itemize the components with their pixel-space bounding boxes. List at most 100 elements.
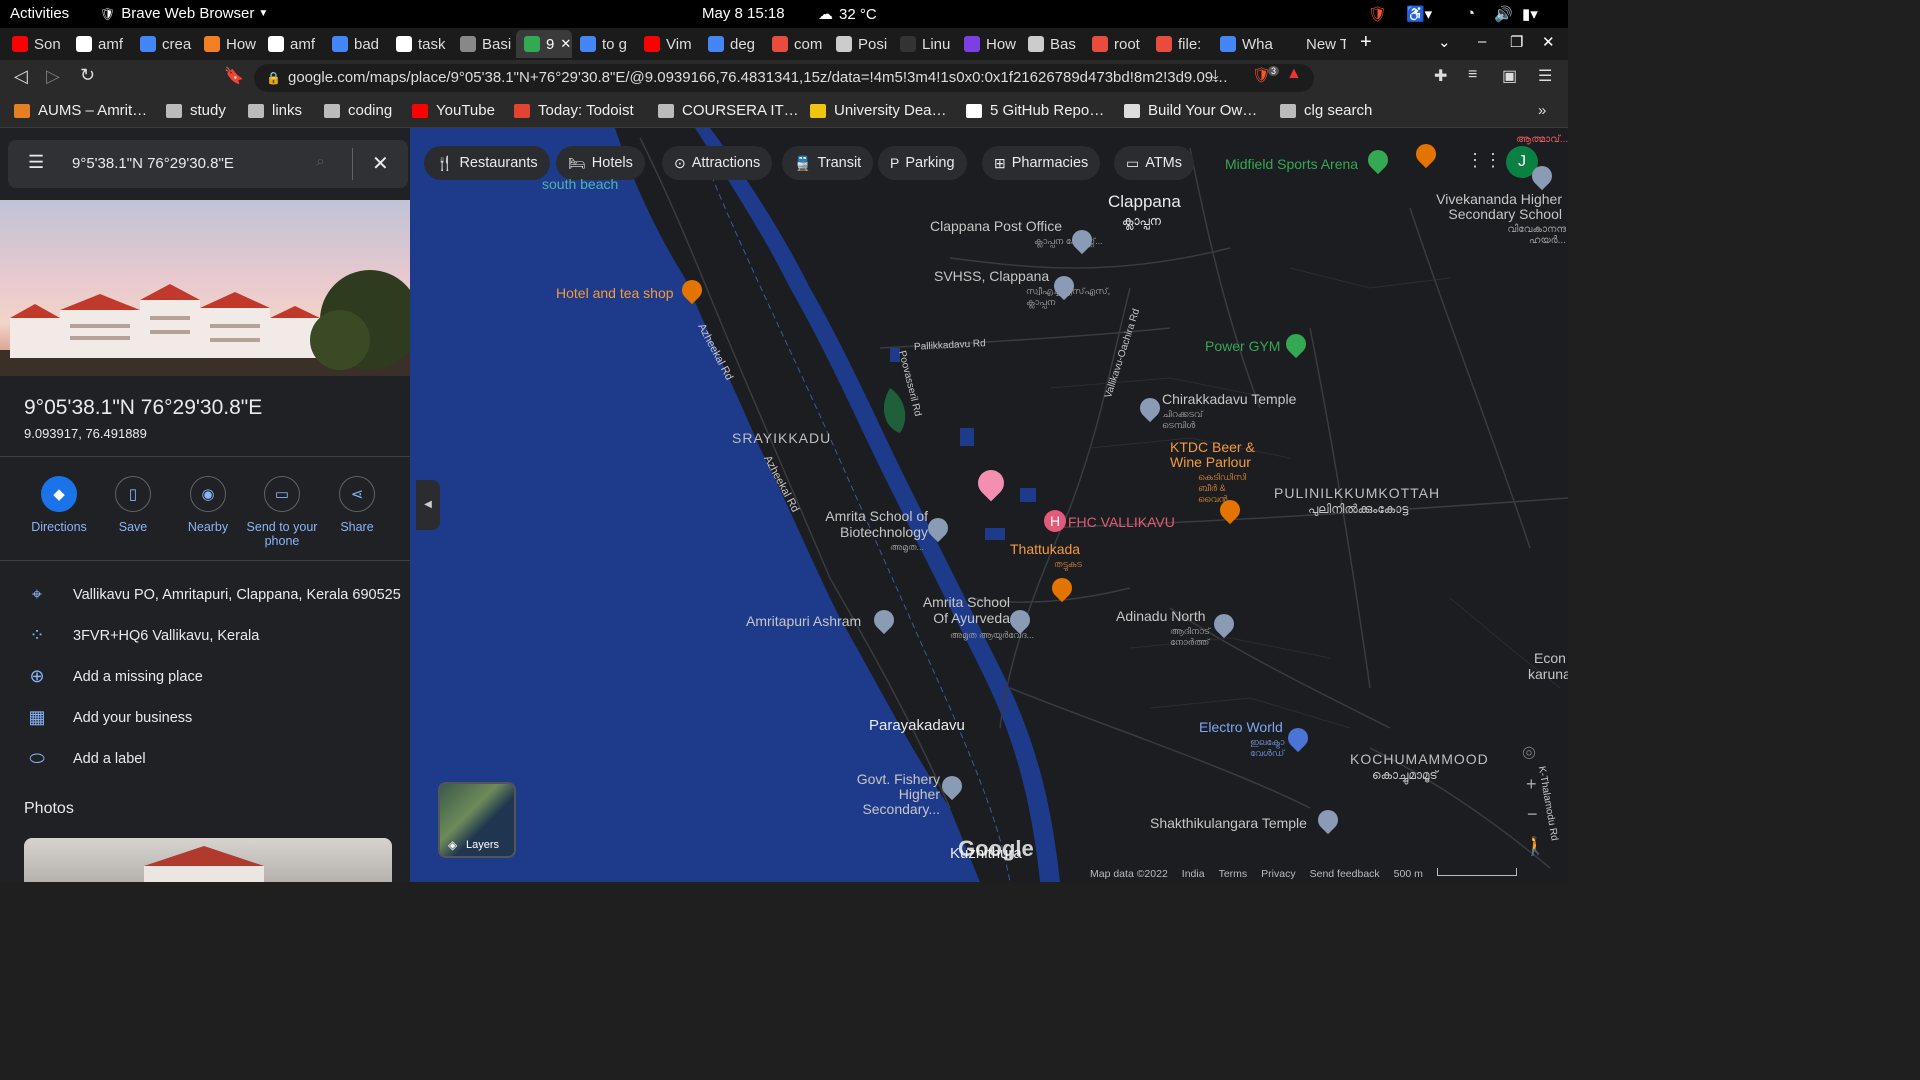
wifi-icon[interactable]: ◔ [1466, 5, 1475, 22]
bookmark-page-icon[interactable]: 🔖 [224, 66, 244, 86]
chip-attractions[interactable]: ⊙ Attractions [662, 146, 773, 180]
tab[interactable]: bad [324, 30, 388, 58]
maximize-icon[interactable]: ❐ [1510, 33, 1523, 51]
chip-hotels[interactable]: 🛏 Hotels [556, 146, 645, 180]
place-chirakkadavu[interactable]: Chirakkadavu Temple [1162, 391, 1296, 407]
bookmark-item[interactable]: AUMS – Amrit… [14, 102, 147, 119]
menu-icon[interactable]: ☰ [28, 152, 44, 173]
search-icon[interactable]: ⌕ [316, 153, 325, 171]
tab[interactable]: Son [4, 30, 68, 58]
map-canvas[interactable]: 🍴 Restaurants 🛏 Hotels ⊙ Attractions 🚆 Transit P… [410, 128, 1568, 882]
save-button[interactable]: ▯ Save [96, 476, 170, 534]
minimize-icon[interactable]: – [1478, 33, 1486, 50]
place-parayakadavu[interactable]: Parayakadavu [869, 717, 965, 734]
back-icon[interactable]: ◁ [14, 66, 28, 87]
place-ashram[interactable]: Amritapuri Ashram [746, 613, 861, 629]
close-icon[interactable]: ✕ [372, 151, 389, 176]
share-button[interactable]: ⋖ Share [320, 476, 394, 534]
place-post-office[interactable]: Clappana Post Office [930, 218, 1062, 234]
tab[interactable]: How [196, 30, 260, 58]
info-row[interactable]: ▦ Add your business [0, 699, 410, 739]
chip-parking[interactable]: P Parking [878, 146, 967, 180]
brave-tray-icon[interactable]: 🛡 [1368, 5, 1387, 23]
photos-thumbnail[interactable] [24, 838, 392, 882]
nearby-button[interactable]: ◉ Nearby [171, 476, 245, 534]
chip-pharmacies[interactable]: ⊞ Pharmacies [982, 146, 1101, 180]
tab[interactable]: amf [260, 30, 324, 58]
tab-close-icon[interactable]: ✕ [560, 36, 571, 52]
volume-icon[interactable]: 🔊 [1494, 5, 1513, 23]
privacy-link[interactable]: Privacy [1261, 868, 1295, 882]
close-window-icon[interactable]: ✕ [1542, 33, 1555, 51]
bookmark-item[interactable]: links [248, 102, 302, 119]
chip-restaurants[interactable]: 🍴 Restaurants [424, 146, 550, 180]
info-row[interactable]: ⁘ 3FVR+HQ6 Vallikavu, Kerala [0, 617, 410, 657]
bookmark-item[interactable]: YouTube [412, 102, 495, 119]
tab[interactable]: amf [68, 30, 132, 58]
bookmark-item[interactable]: Build Your Ow… [1124, 102, 1257, 119]
reload-icon[interactable]: ↻ [80, 65, 95, 86]
bookmarks-overflow-icon[interactable]: » [1538, 102, 1546, 119]
bookmark-item[interactable]: COURSERA IT… [658, 102, 799, 119]
place-hotel-tea[interactable]: Hotel and tea shop [556, 285, 674, 301]
place-ktdc[interactable]: KTDC Beer & Wine Parlour [1170, 440, 1270, 470]
app-menu[interactable]: 🛡 Brave Web Browser ▼ [100, 5, 268, 22]
extensions-icon[interactable]: ✚ [1434, 66, 1447, 86]
place-photo[interactable] [0, 200, 410, 376]
tab[interactable]: file: [1148, 30, 1212, 58]
activities-button[interactable]: Activities [10, 5, 69, 22]
tab[interactable]: Bas [1020, 30, 1084, 58]
place-south-beach[interactable]: south beach [542, 176, 618, 192]
info-row[interactable]: ⌖ Vallikavu PO, Amritapuri, Clappana, Ker… [0, 576, 410, 616]
tab-list-icon[interactable]: ⌄ [1438, 33, 1451, 51]
bookmark-item[interactable]: 5 GitHub Repo… [966, 102, 1104, 119]
menu-icon[interactable]: ☰ [1538, 66, 1552, 86]
tab[interactable]: 9 ✕ [516, 30, 572, 58]
collapse-panel-button[interactable]: ◀ [416, 480, 440, 530]
chip-transit[interactable]: 🚆 Transit [782, 146, 874, 180]
tab[interactable]: Posi [828, 30, 892, 58]
directions-button[interactable]: ◆ Directions [22, 476, 96, 534]
wallet-icon[interactable]: ▣ [1502, 66, 1517, 86]
send-to-your-phone-button[interactable]: ▭ Send to your phone [245, 476, 319, 548]
layers-button[interactable]: ◈ Layers [438, 782, 516, 858]
place-svhss[interactable]: SVHSS, Clappana [934, 268, 1049, 284]
hospital-pin-icon[interactable]: H [1044, 510, 1066, 532]
tab[interactable]: Linu [892, 30, 956, 58]
tab[interactable]: Basi [452, 30, 516, 58]
scale-label[interactable]: 500 m [1394, 868, 1423, 882]
reading-list-icon[interactable]: ≡ [1468, 66, 1477, 84]
tab[interactable]: Wha [1212, 30, 1276, 58]
brave-rewards-icon[interactable]: ▲ [1286, 65, 1302, 83]
battery-icon[interactable]: ▮▾ [1522, 5, 1538, 23]
place-midfield[interactable]: Midfield Sports Arena [1225, 156, 1358, 172]
tab[interactable]: Vim [636, 30, 700, 58]
feedback-link[interactable]: Send feedback [1310, 868, 1380, 882]
weather[interactable]: ☁ 32 °C [818, 5, 877, 24]
pegman-icon[interactable]: 🚶 [1524, 836, 1546, 857]
place-ayurveda[interactable]: Amrita School Of Ayurveda [910, 594, 1010, 626]
place-shakthikulangara[interactable]: Shakthikulangara Temple [1150, 815, 1307, 831]
bookmark-item[interactable]: Today: Todoist [514, 102, 634, 119]
place-fishery[interactable]: Govt. Fishery Higher Secondary... [840, 772, 940, 817]
zoom-in-icon[interactable]: + [1526, 774, 1537, 795]
tab[interactable]: crea [132, 30, 196, 58]
info-row[interactable]: ⊕ Add a missing place [0, 658, 410, 698]
place-biotech[interactable]: Amrita School of Biotechnology [816, 508, 928, 540]
forward-icon[interactable]: ▷ [46, 66, 60, 87]
chip-atms[interactable]: ▭ ATMs [1114, 146, 1195, 180]
tab[interactable]: How [956, 30, 1020, 58]
place-fhc[interactable]: FHC VALLIKAVU [1068, 514, 1175, 530]
clock[interactable]: May 8 15:18 [702, 5, 785, 22]
place-thattukada[interactable]: Thattukada [1010, 541, 1080, 557]
bookmark-item[interactable]: clg search [1280, 102, 1372, 119]
place-adinadu[interactable]: Adinadu North [1116, 608, 1206, 624]
zoom-out-icon[interactable]: − [1527, 804, 1538, 825]
place-power-gym[interactable]: Power GYM [1205, 338, 1280, 354]
compass-icon[interactable]: ◎ [1522, 742, 1536, 762]
search-input[interactable]: 9°5'38.1"N 76°29'30.8"E [72, 155, 234, 172]
place-electro[interactable]: Electro World [1199, 719, 1283, 735]
info-row[interactable]: ⬭ Add a label [0, 740, 410, 780]
accessibility-icon[interactable]: ♿▾ [1406, 5, 1432, 23]
tab[interactable]: New Ta [1276, 30, 1346, 58]
